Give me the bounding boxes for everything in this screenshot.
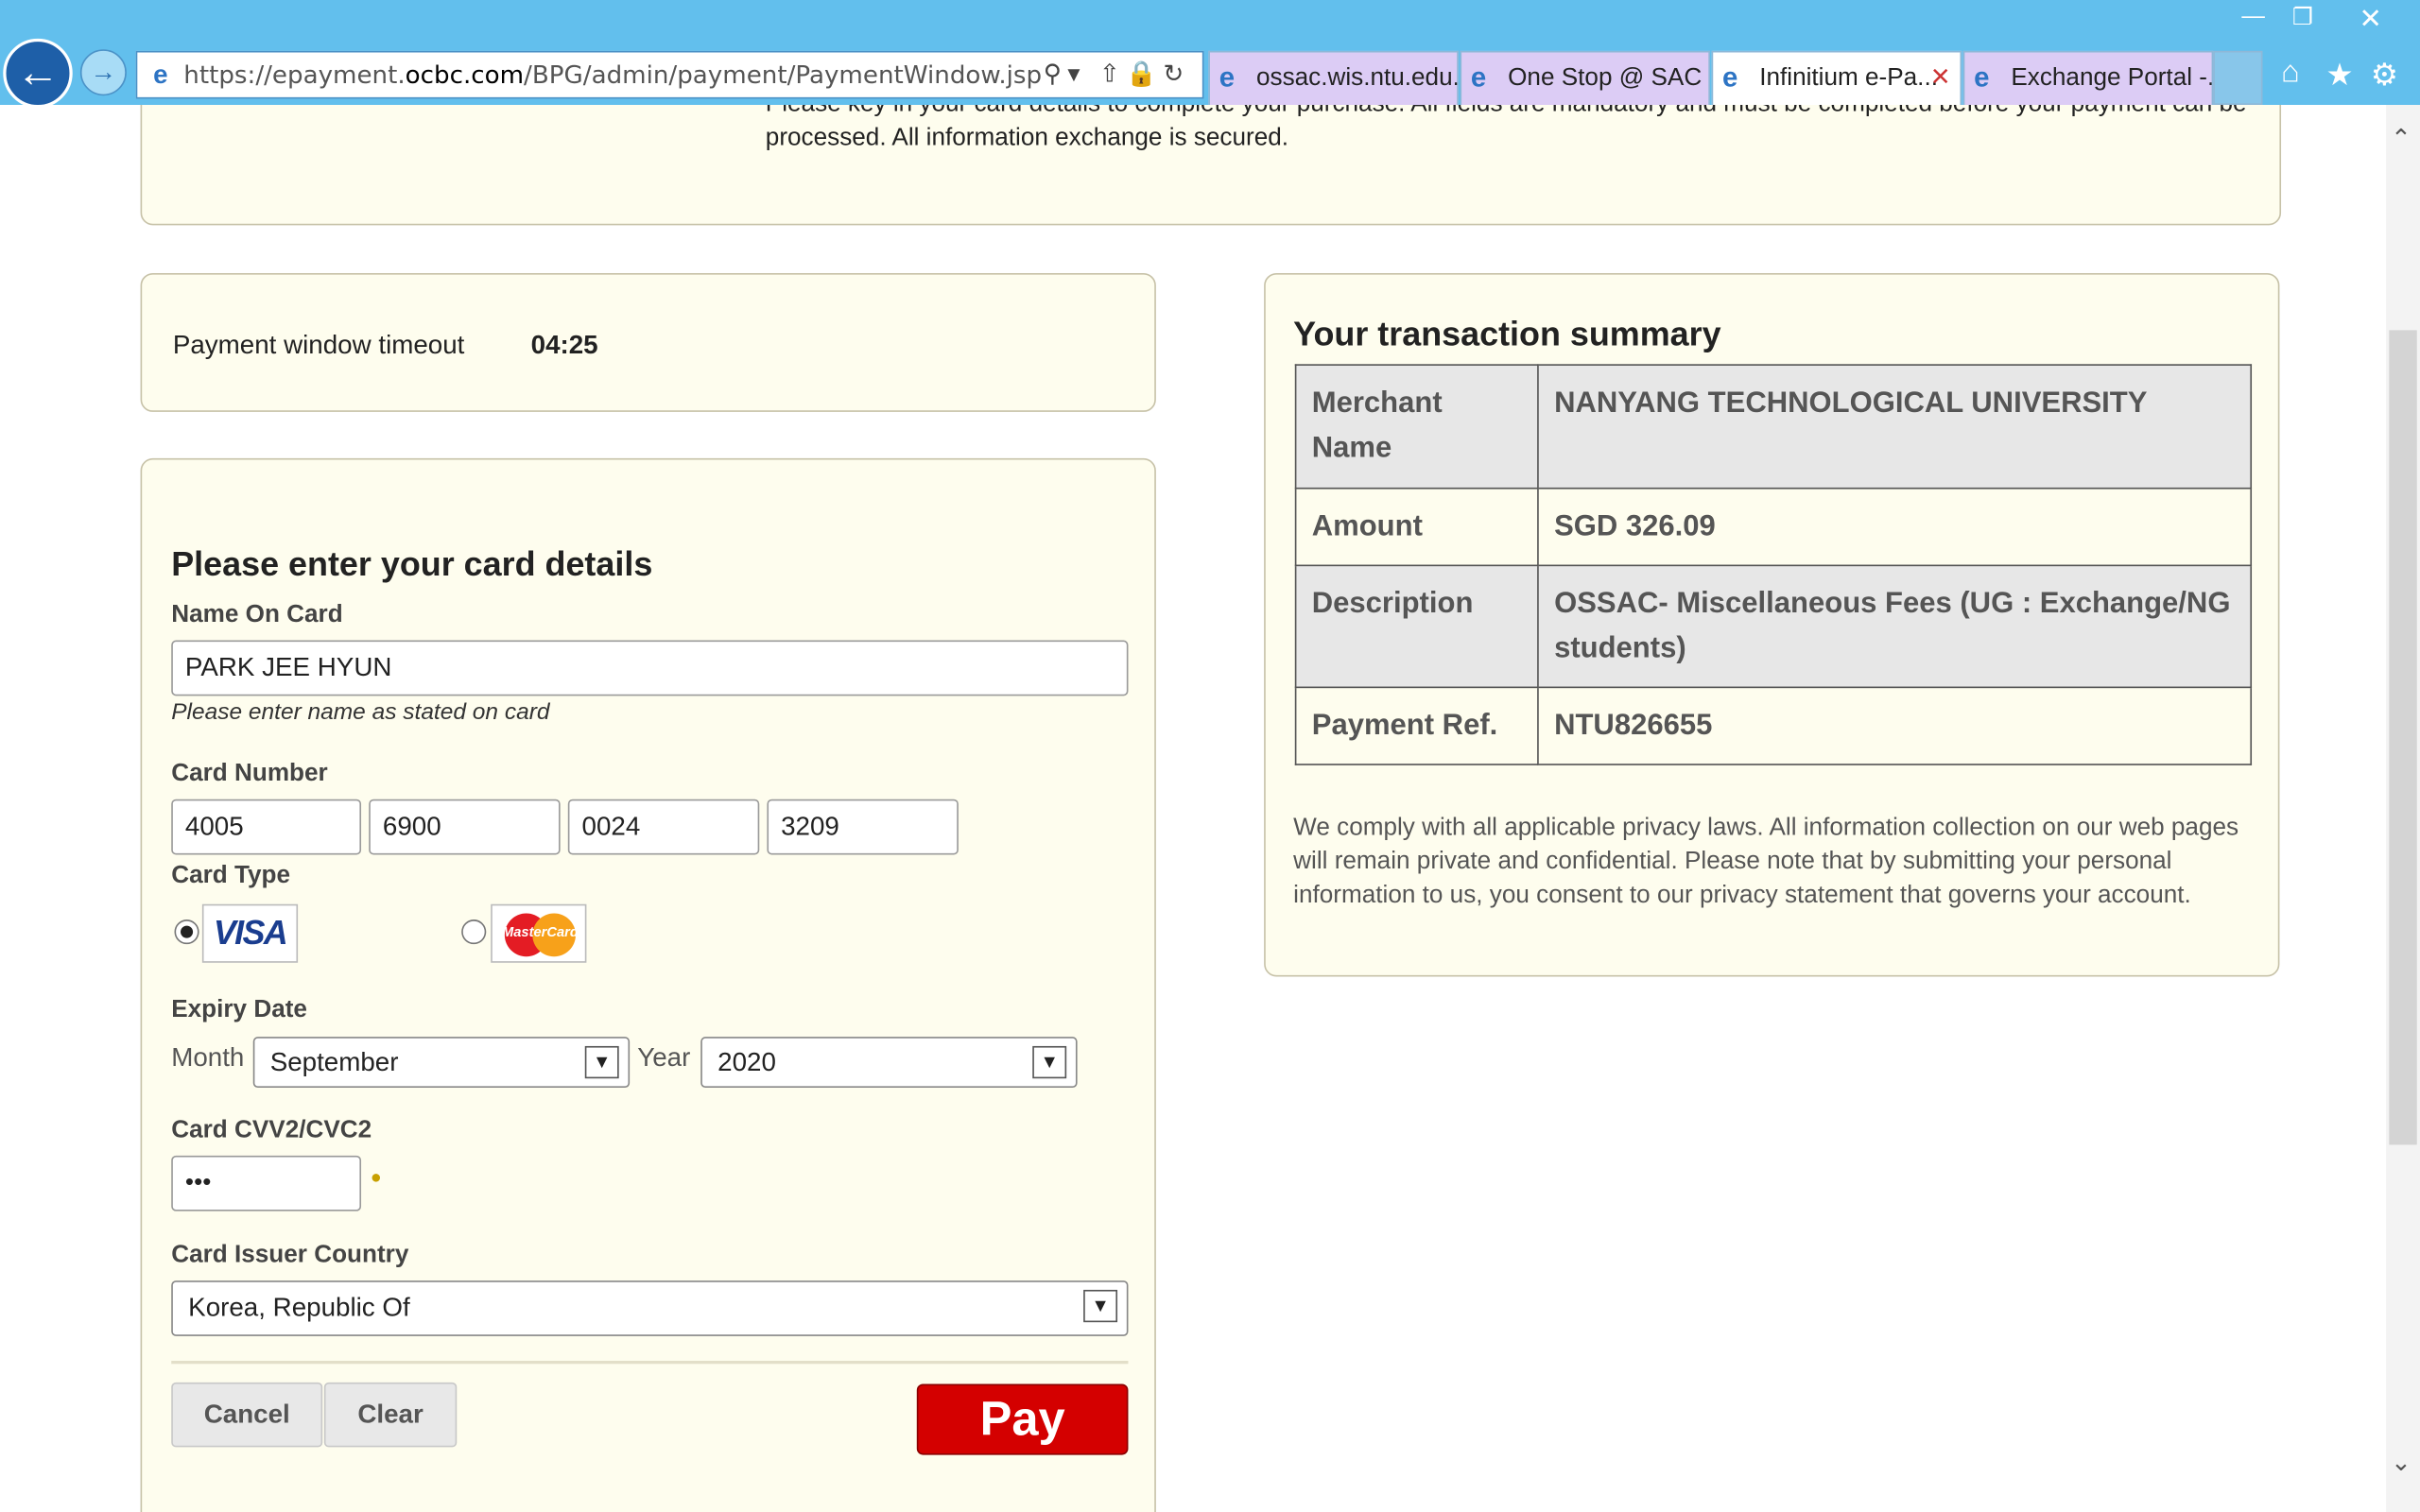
name-on-card-label: Name On Card (171, 601, 343, 628)
address-bar[interactable]: e https://epayment.ocbc.com/BPG/admin/pa… (135, 50, 1204, 99)
tab-label: Exchange Portal -... (2011, 64, 2214, 92)
vertical-scrollbar[interactable]: ⌃ ⌄ (2386, 105, 2420, 1512)
ie-tab-icon: e (1470, 61, 1487, 93)
mastercard-logo-text: MasterCard (501, 923, 579, 940)
card-number-part-2[interactable]: 6900 (369, 799, 561, 855)
gear-icon[interactable]: ⚙ (2371, 56, 2398, 94)
tab-ossac[interactable]: e ossac.wis.ntu.edu.... (1208, 50, 1459, 106)
tab-one-stop[interactable]: e One Stop @ SAC (1460, 50, 1710, 106)
summary-key: Description (1294, 564, 1539, 689)
transaction-summary-panel: Your transaction summary Merchant Name N… (1264, 272, 2280, 977)
table-row: Payment Ref. NTU826655 (1294, 686, 2253, 765)
cvv-input[interactable]: ••• (171, 1155, 362, 1211)
minimize-icon[interactable]: — (2232, 3, 2275, 29)
timeout-panel: Payment window timeout 04:25 (140, 272, 1156, 412)
card-number-part-4[interactable]: 3209 (767, 799, 959, 855)
summary-value: NANYANG TECHNOLOGICAL UNIVERSITY (1537, 364, 2253, 490)
mastercard-radio[interactable] (461, 919, 487, 945)
restore-icon[interactable]: ❐ (2281, 3, 2325, 31)
address-tools-icon[interactable]: ⚲▾ ⇧🔒↻ (1044, 59, 1190, 90)
visa-logo-text: VISA (213, 913, 288, 953)
card-details-panel: Please enter your card details Name On C… (140, 457, 1156, 1512)
intro-panel: Please key in your card details to compl… (140, 105, 2282, 226)
ie-tab-icon: e (1219, 61, 1236, 93)
table-row: Merchant Name NANYANG TECHNOLOGICAL UNIV… (1294, 364, 2253, 490)
cvv-label: Card CVV2/CVC2 (171, 1117, 372, 1143)
timeout-label: Payment window timeout (172, 330, 465, 360)
month-select[interactable]: September ▼ (252, 1037, 631, 1089)
issuer-country-label: Card Issuer Country (171, 1242, 409, 1269)
issuer-country-value: Korea, Republic Of (188, 1293, 410, 1323)
cvv-help-icon[interactable]: ● (371, 1166, 382, 1188)
year-label: Year (637, 1042, 691, 1073)
intro-message: Please key in your card details to compl… (765, 105, 2247, 151)
summary-value: SGD 326.09 (1537, 487, 2253, 567)
close-window-icon[interactable]: ✕ (2349, 3, 2393, 35)
issuer-country-select[interactable]: Korea, Republic Of ▼ (171, 1280, 1129, 1336)
year-value: 2020 (717, 1047, 776, 1077)
scroll-down-icon[interactable]: ⌄ (2391, 1447, 2411, 1478)
summary-key: Amount (1294, 487, 1539, 567)
scroll-thumb[interactable] (2389, 330, 2417, 1145)
home-icon[interactable]: ⌂ (2281, 56, 2300, 92)
name-hint: Please enter name as stated on card (171, 698, 550, 726)
ie-tab-icon: e (1974, 61, 1990, 93)
expiry-date-label: Expiry Date (171, 996, 307, 1023)
browser-toolbar: — ❐ ✕ ← → e https://epayment.ocbc.com/BP… (0, 0, 2420, 109)
url-text: https://epayment.ocbc.com/BPG/admin/paym… (183, 60, 1043, 90)
close-tab-icon[interactable]: ✕ (1930, 53, 1951, 104)
pay-button[interactable]: Pay (916, 1383, 1129, 1455)
visa-radio[interactable] (174, 919, 199, 945)
tab-label: ossac.wis.ntu.edu.... (1255, 64, 1459, 92)
scroll-up-icon[interactable]: ⌃ (2391, 124, 2411, 155)
mastercard-logo[interactable]: MasterCard (491, 903, 587, 963)
tab-label: Infinitium e-Pa... (1759, 64, 1938, 92)
back-button[interactable]: ← (3, 38, 73, 109)
tab-label: One Stop @ SAC (1508, 64, 1703, 92)
table-row: Amount SGD 326.09 (1294, 487, 2253, 567)
cancel-button[interactable]: Cancel (171, 1382, 323, 1448)
tab-infinitium[interactable]: e Infinitium e-Pa... ✕ (1711, 50, 1962, 106)
card-number-label: Card Number (171, 760, 328, 787)
page-content: Please key in your card details to compl… (0, 105, 2387, 1512)
summary-table: Merchant Name NANYANG TECHNOLOGICAL UNIV… (1294, 364, 2253, 765)
summary-heading: Your transaction summary (1293, 315, 1721, 353)
forward-button[interactable]: → (79, 49, 127, 96)
card-type-label: Card Type (171, 862, 291, 889)
year-select[interactable]: 2020 ▼ (700, 1037, 1078, 1089)
ie-tab-icon: e (1722, 61, 1738, 93)
summary-value: NTU826655 (1537, 686, 2253, 765)
card-number-part-1[interactable]: 4005 (171, 799, 362, 855)
chevron-down-icon[interactable]: ▼ (584, 1045, 619, 1079)
new-tab-button[interactable] (2213, 50, 2263, 106)
summary-key: Merchant Name (1294, 364, 1539, 490)
chevron-down-icon[interactable]: ▼ (1032, 1045, 1067, 1079)
privacy-notice: We comply with all applicable privacy la… (1293, 815, 2239, 909)
clear-button[interactable]: Clear (323, 1382, 458, 1448)
table-row: Description OSSAC- Miscellaneous Fees (U… (1294, 564, 2253, 689)
summary-key: Payment Ref. (1294, 686, 1539, 765)
month-value: September (269, 1047, 399, 1077)
tab-exchange-portal[interactable]: e Exchange Portal -... (1962, 50, 2214, 106)
name-on-card-input[interactable]: PARK JEE HYUN (171, 640, 1129, 696)
summary-value: OSSAC- Miscellaneous Fees (UG : Exchange… (1537, 564, 2253, 689)
favorites-star-icon[interactable]: ★ (2325, 56, 2353, 94)
month-label: Month (171, 1042, 245, 1073)
visa-logo[interactable]: VISA (201, 903, 299, 963)
chevron-down-icon[interactable]: ▼ (1083, 1289, 1118, 1323)
card-number-part-3[interactable]: 0024 (567, 799, 760, 855)
timeout-value: 04:25 (530, 330, 598, 360)
card-details-heading: Please enter your card details (171, 544, 653, 584)
ie-page-icon: e (153, 59, 168, 89)
divider (171, 1360, 1129, 1365)
